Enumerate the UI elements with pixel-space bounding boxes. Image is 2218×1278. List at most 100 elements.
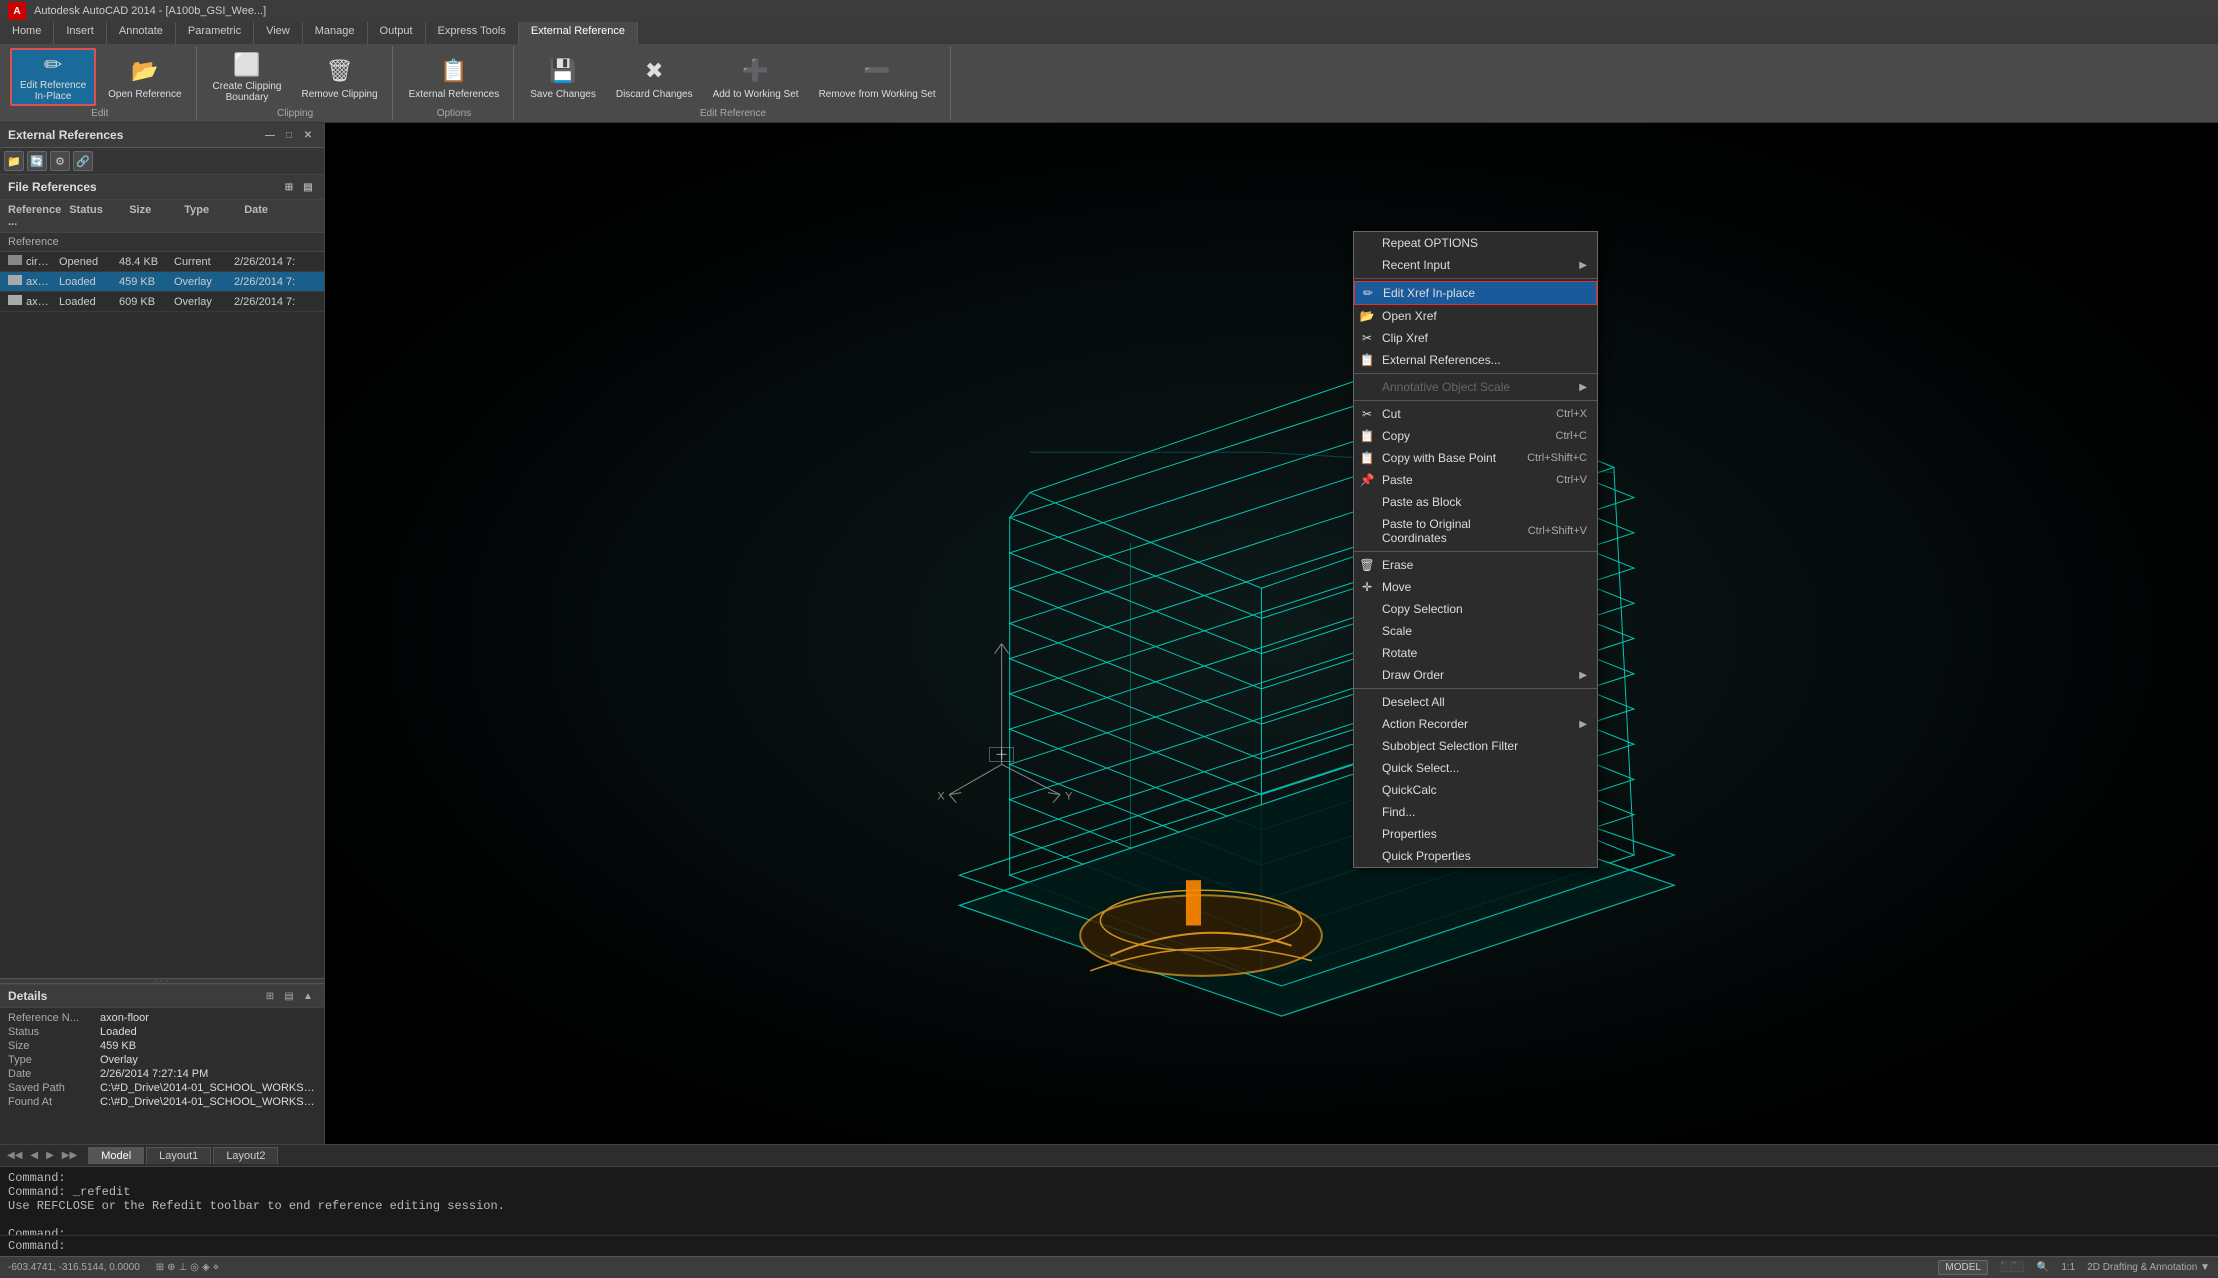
tab-nav-next[interactable]: ▶ <box>43 1148 57 1163</box>
ctx-subobject-filter[interactable]: Subobject Selection Filter <box>1354 735 1597 757</box>
otrack-icon[interactable]: ⋄ <box>213 1262 219 1273</box>
table-row[interactable]: circulation* Opened 48.4 KB Current 2/26… <box>0 252 324 272</box>
panel-min-icon[interactable]: — <box>262 127 278 143</box>
ctx-copy-selection[interactable]: Copy Selection <box>1354 598 1597 620</box>
ribbon-tab-home[interactable]: Home <box>0 22 54 44</box>
detail-val-type: Overlay <box>100 1054 316 1066</box>
open-reference-button[interactable]: 📂 Open Reference <box>100 48 189 106</box>
command-line-1: Command: <box>8 1171 2210 1185</box>
edit-reference-inplace-button[interactable]: ✏ Edit ReferenceIn-Place <box>10 48 96 106</box>
remove-clipping-button[interactable]: 🗑 Remove Clipping <box>293 48 385 106</box>
ctx-quick-select[interactable]: Quick Select... <box>1354 757 1597 779</box>
tab-layout1[interactable]: Layout1 <box>146 1147 211 1164</box>
panel-close-icon[interactable]: ✕ <box>300 127 316 143</box>
workspace-switcher[interactable]: 2D Drafting & Annotation ▼ <box>2087 1262 2210 1273</box>
ribbon-tab-view[interactable]: View <box>254 22 303 44</box>
remove-clipping-label: Remove Clipping <box>301 89 377 100</box>
options-group-buttons: 📋 External References <box>401 48 508 106</box>
ctx-copy-label: Copy <box>1382 429 1556 443</box>
ribbon-tab-parametric[interactable]: Parametric <box>176 22 254 44</box>
panel-max-icon[interactable]: □ <box>281 127 297 143</box>
details-up-icon[interactable]: ▲ <box>300 988 316 1004</box>
polar-icon[interactable]: ◎ <box>190 1262 199 1273</box>
ctx-recent-input[interactable]: Recent Input ▶ <box>1354 254 1597 276</box>
ctx-properties[interactable]: Properties <box>1354 823 1597 845</box>
ctx-rotate[interactable]: Rotate <box>1354 642 1597 664</box>
ctx-paste-original[interactable]: Paste to Original Coordinates Ctrl+Shift… <box>1354 513 1597 549</box>
ctx-erase-label: Erase <box>1382 558 1587 572</box>
create-clipping-button[interactable]: ⬜ Create ClippingBoundary <box>205 48 290 106</box>
osnap-icon[interactable]: ◈ <box>202 1262 210 1273</box>
ctx-paste[interactable]: 📌 Paste Ctrl+V <box>1354 469 1597 491</box>
tab-model[interactable]: Model <box>88 1147 144 1164</box>
ctx-properties-label: Properties <box>1382 827 1587 841</box>
building-wireframe: Y X <box>325 123 2218 1144</box>
ribbon-tab-insert[interactable]: Insert <box>54 22 107 44</box>
table-row[interactable]: axon-floor Loaded 459 KB Overlay 2/26/20… <box>0 272 324 292</box>
ctx-draw-order[interactable]: Draw Order ▶ <box>1354 664 1597 686</box>
save-changes-button[interactable]: 💾 Save Changes <box>522 48 604 106</box>
ctx-copy[interactable]: 📋 Copy Ctrl+C <box>1354 425 1597 447</box>
row-type: Overlay <box>170 294 230 310</box>
create-clipping-icon: ⬜ <box>231 51 263 79</box>
ctx-find[interactable]: Find... <box>1354 801 1597 823</box>
ctx-sep-5 <box>1354 688 1597 689</box>
ctx-paste-block-label: Paste as Block <box>1382 495 1587 509</box>
ctx-move-icon: ✛ <box>1360 580 1374 594</box>
ribbon-tab-external-reference[interactable]: External Reference <box>519 22 638 44</box>
ribbon-tab-annotate[interactable]: Annotate <box>107 22 176 44</box>
file-refs-icon1[interactable]: ⊞ <box>281 179 297 195</box>
toolbar-link-btn[interactable]: 🔗 <box>73 151 93 171</box>
canvas-area[interactable]: Y X Repeat OPTIONS Recent Input ▶ ✏ Edit… <box>325 123 2218 1144</box>
file-refs-icon2[interactable]: ▤ <box>300 179 316 195</box>
ctx-recent-input-arrow: ▶ <box>1579 260 1587 271</box>
remove-from-working-set-button[interactable]: ➖ Remove from Working Set <box>811 48 944 106</box>
ctx-quick-properties[interactable]: Quick Properties <box>1354 845 1597 867</box>
ctx-paste-as-block[interactable]: Paste as Block <box>1354 491 1597 513</box>
tab-layout2[interactable]: Layout2 <box>213 1147 278 1164</box>
tab-nav-prev[interactable]: ◀ <box>27 1148 41 1163</box>
ribbon-tab-manage[interactable]: Manage <box>303 22 368 44</box>
ortho-icon[interactable]: ⊥ <box>179 1262 188 1273</box>
ctx-quickcalc[interactable]: QuickCalc <box>1354 779 1597 801</box>
detail-val-status: Loaded <box>100 1026 316 1038</box>
add-to-working-set-button[interactable]: ➕ Add to Working Set <box>705 48 807 106</box>
ctx-clip-xref[interactable]: ✂ Clip Xref <box>1354 327 1597 349</box>
ribbon-tab-express-tools[interactable]: Express Tools <box>426 22 519 44</box>
add-working-icon: ➕ <box>740 55 772 87</box>
panel-toolbar: 📁 🔄 ⚙ 🔗 <box>0 148 324 175</box>
ctx-copy-with-base-point[interactable]: 📋 Copy with Base Point Ctrl+Shift+C <box>1354 447 1597 469</box>
ctx-scale[interactable]: Scale <box>1354 620 1597 642</box>
discard-changes-button[interactable]: ✖ Discard Changes <box>608 48 701 106</box>
snap-icon[interactable]: ⊕ <box>167 1262 175 1273</box>
ctx-edit-xref-inplace[interactable]: ✏ Edit Xref In-place <box>1354 281 1597 305</box>
grid-icon[interactable]: ⊞ <box>156 1262 164 1273</box>
ctx-external-refs[interactable]: 📋 External References... <box>1354 349 1597 371</box>
model-btn[interactable]: MODEL <box>1938 1260 1988 1275</box>
ctx-open-xref-label: Open Xref <box>1382 309 1587 323</box>
remove-working-icon: ➖ <box>861 55 893 87</box>
toolbar-settings-btn[interactable]: ⚙ <box>50 151 70 171</box>
external-references-button[interactable]: 📋 External References <box>401 48 508 106</box>
ribbon-tab-output[interactable]: Output <box>368 22 426 44</box>
table-row[interactable]: axon-structure Loaded 609 KB Overlay 2/2… <box>0 292 324 312</box>
main-area: External References — □ ✕ 📁 🔄 ⚙ 🔗 File R… <box>0 123 2218 1144</box>
ctx-sep-4 <box>1354 551 1597 552</box>
ctx-cut[interactable]: ✂ Cut Ctrl+X <box>1354 403 1597 425</box>
tab-nav-last[interactable]: ▶▶ <box>59 1148 80 1163</box>
ctx-repeat-options[interactable]: Repeat OPTIONS <box>1354 232 1597 254</box>
ctx-erase[interactable]: 🗑 Erase <box>1354 554 1597 576</box>
toolbar-refresh-btn[interactable]: 🔄 <box>27 151 47 171</box>
ctx-action-recorder[interactable]: Action Recorder ▶ <box>1354 713 1597 735</box>
command-input-field[interactable] <box>66 1239 2210 1253</box>
ctx-cut-shortcut: Ctrl+X <box>1556 408 1587 420</box>
detail-val-refname: axon-floor <box>100 1012 316 1024</box>
details-icon1[interactable]: ⊞ <box>262 988 278 1004</box>
tab-nav-first[interactable]: ◀◀ <box>4 1148 25 1163</box>
ctx-open-xref[interactable]: 📂 Open Xref <box>1354 305 1597 327</box>
details-icon2[interactable]: ▤ <box>281 988 297 1004</box>
ctx-deselect-all[interactable]: Deselect All <box>1354 691 1597 713</box>
options-group-label: Options <box>401 108 508 119</box>
toolbar-new-btn[interactable]: 📁 <box>4 151 24 171</box>
ctx-move[interactable]: ✛ Move <box>1354 576 1597 598</box>
